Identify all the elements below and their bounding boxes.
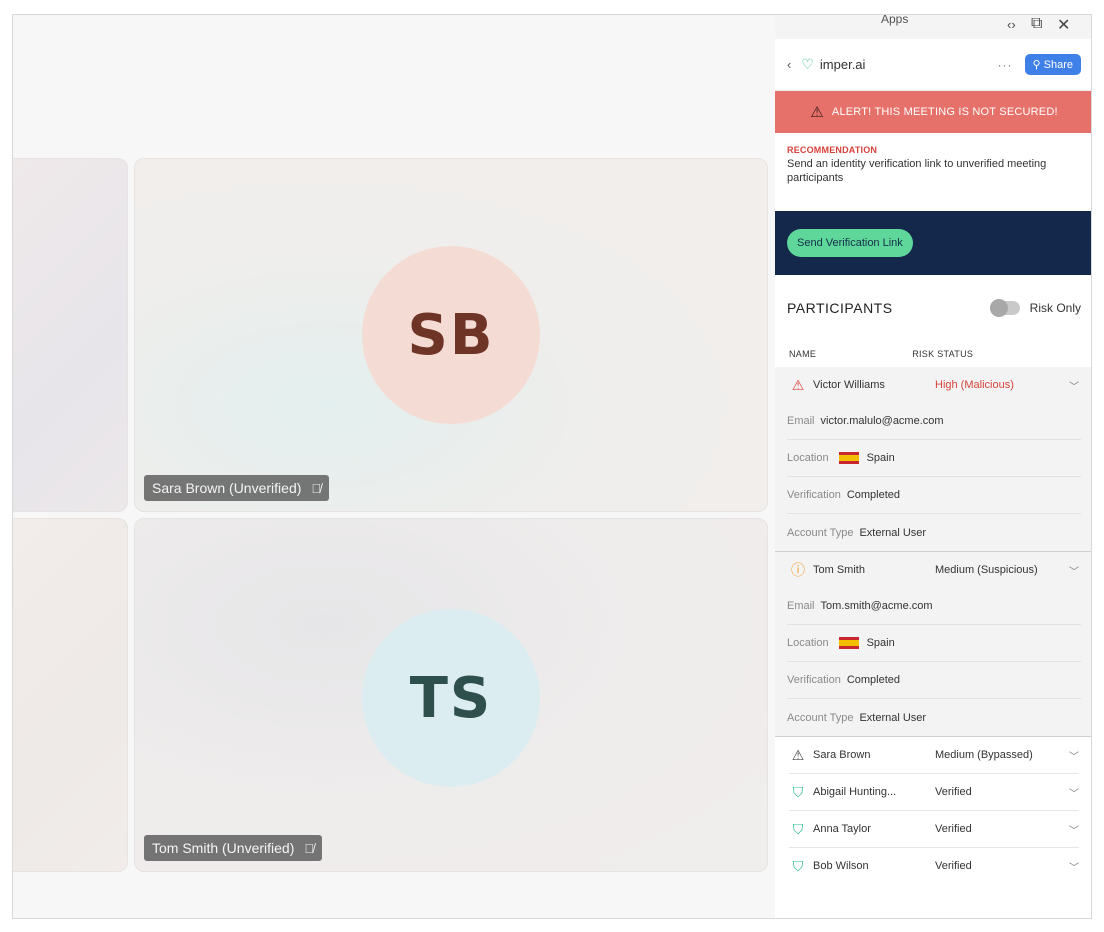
alert-text: ALERT! THIS MEETING IS NOT SECURED! bbox=[831, 106, 1058, 118]
apps-bar: Apps ‹› ⧉ ✕ bbox=[775, 14, 1091, 39]
spain-flag-icon bbox=[838, 637, 859, 649]
detail-email: Email victor.malulo@acme.com bbox=[787, 403, 1081, 440]
apps-panel: Apps ‹› ⧉ ✕ ‹ ♡ imper.ai ··· ⚲ Share ⚠ A… bbox=[775, 14, 1091, 918]
avatar-sb: SB bbox=[362, 246, 540, 424]
participant-name: Bob Wilson bbox=[813, 860, 869, 872]
participant-name: Victor Williams bbox=[813, 379, 885, 391]
name-tag-label: Sara Brown (Unverified) bbox=[152, 480, 302, 496]
apps-title: Apps bbox=[881, 14, 909, 26]
column-risk-status: RISK STATUS bbox=[912, 349, 974, 359]
participant-status: Medium (Bypassed) bbox=[935, 749, 1033, 761]
detail-verification: Verification Completed bbox=[787, 477, 1081, 514]
action-bar: Send Verification Link bbox=[775, 211, 1091, 275]
participant-status: Medium (Suspicious) bbox=[935, 564, 1038, 576]
red-warning-icon: ⚠ bbox=[791, 376, 805, 393]
name-tag-label: Tom Smith (Unverified) bbox=[152, 840, 295, 856]
name-tag-tom-smith: Tom Smith (Unverified) 🎙̸ bbox=[144, 835, 323, 861]
participant-name: Anna Taylor bbox=[813, 823, 871, 835]
orange-alert-icon: ⓘ bbox=[791, 562, 805, 578]
share-icon: ⚲ bbox=[1032, 59, 1044, 71]
detail-verification: Verification Completed bbox=[787, 662, 1081, 699]
meeting-window: SB Sara Brown (Unverified) 🎙̸ TS Tom Smi… bbox=[12, 14, 1092, 919]
share-button[interactable]: ⚲ Share bbox=[1024, 54, 1081, 75]
chevron-down-icon[interactable]: ﹀ bbox=[1065, 378, 1079, 393]
verified-shield-icon: ⛉ bbox=[792, 857, 804, 874]
warning-triangle-icon: ⚠ bbox=[810, 104, 824, 121]
participant-row-victor-williams[interactable]: ⚠ Victor Williams High (Malicious) ﹀ bbox=[775, 367, 1091, 403]
chevron-down-icon[interactable]: ﹀ bbox=[1065, 563, 1079, 578]
more-options-icon[interactable]: ··· bbox=[998, 58, 1013, 72]
share-label: Share bbox=[1043, 59, 1073, 71]
video-tile-tom-smith[interactable]: TS Tom Smith (Unverified) 🎙̸ bbox=[134, 518, 768, 872]
participant-row-bob-wilson[interactable]: ⛉ Bob Wilson Verified ﹀ bbox=[775, 848, 1091, 884]
send-verification-link-button[interactable]: Send Verification Link bbox=[787, 229, 913, 257]
close-icon[interactable]: ✕ bbox=[1057, 15, 1070, 35]
participant-name: Sara Brown bbox=[813, 749, 871, 761]
participant-status: Verified bbox=[935, 823, 972, 835]
warning-outline-icon: ⚠ bbox=[791, 746, 805, 763]
recommendation-text: Send an identity verification link to un… bbox=[787, 158, 1047, 184]
chevron-down-icon[interactable]: ﹀ bbox=[1065, 822, 1079, 837]
participants-header: PARTICIPANTS Risk Only bbox=[775, 275, 1091, 341]
alert-banner: ⚠ ALERT! THIS MEETING IS NOT SECURED! bbox=[775, 91, 1091, 133]
spain-flag-icon bbox=[838, 452, 859, 464]
participant-name: Tom Smith bbox=[813, 564, 865, 576]
detail-email: Email Tom.smith@acme.com bbox=[787, 588, 1081, 625]
app-name: imper.ai bbox=[819, 57, 866, 72]
detail-account-type: Account Type External User bbox=[787, 526, 927, 539]
participant-row-tom-smith[interactable]: ⓘ Tom Smith Medium (Suspicious) ﹀ bbox=[775, 552, 1091, 588]
risk-only-label: Risk Only bbox=[1029, 301, 1081, 315]
risk-only-toggle[interactable] bbox=[989, 299, 1020, 317]
name-tag-sara-brown: Sara Brown (Unverified) 🎙̸ bbox=[144, 475, 330, 501]
column-name: NAME bbox=[789, 349, 817, 359]
participant-details-victor: Email victor.malulo@acme.com Location Spai… bbox=[775, 403, 1091, 551]
back-chevron-icon[interactable]: ‹ bbox=[787, 57, 791, 72]
chevron-down-icon[interactable]: ﹀ bbox=[1065, 785, 1079, 800]
participants-title: PARTICIPANTS bbox=[787, 300, 893, 316]
imper-logo-icon: ♡ bbox=[801, 56, 814, 72]
recommendation-label: RECOMMENDATION bbox=[787, 145, 878, 155]
detail-account-type: Account Type External User bbox=[787, 711, 927, 724]
verified-shield-icon: ⛉ bbox=[792, 783, 804, 800]
code-icon[interactable]: ‹› bbox=[1007, 17, 1016, 32]
mic-muted-icon: 🎙̸ bbox=[311, 480, 322, 496]
participant-row-abigail[interactable]: ⛉ Abigail Hunting... Verified ﹀ bbox=[775, 774, 1091, 810]
detail-location: Location Spain bbox=[787, 625, 1081, 662]
chevron-down-icon[interactable]: ﹀ bbox=[1065, 859, 1079, 874]
avatar-ts: TS bbox=[362, 609, 540, 787]
participant-row-anna-taylor[interactable]: ⛉ Anna Taylor Verified ﹀ bbox=[775, 811, 1091, 847]
participant-row-sara-brown[interactable]: ⚠ Sara Brown Medium (Bypassed) ﹀ bbox=[775, 737, 1091, 773]
video-tile-sara-brown[interactable]: SB Sara Brown (Unverified) 🎙̸ bbox=[134, 158, 768, 512]
participant-status: Verified bbox=[935, 786, 972, 798]
participant-details-tom: Email Tom.smith@acme.com Location Spain Ve… bbox=[775, 588, 1091, 736]
video-tile-partial-top[interactable] bbox=[13, 158, 128, 512]
app-header: ‹ ♡ imper.ai ··· ⚲ Share bbox=[775, 39, 1091, 91]
chevron-down-icon[interactable]: ﹀ bbox=[1065, 748, 1079, 763]
mic-muted-icon: 🎙̸ bbox=[304, 840, 315, 856]
detail-location: Location Spain bbox=[787, 440, 1081, 477]
recommendation-block: RECOMMENDATION Send an identity verifica… bbox=[775, 133, 1091, 211]
toggle-knob bbox=[989, 299, 1008, 317]
participant-status: Verified bbox=[935, 860, 972, 872]
video-tile-partial-bottom[interactable] bbox=[13, 518, 128, 872]
verified-shield-icon: ⛉ bbox=[792, 820, 804, 837]
participants-columns: NAME RISK STATUS bbox=[775, 341, 1091, 367]
participant-name: Abigail Hunting... bbox=[813, 786, 897, 798]
participant-status: High (Malicious) bbox=[935, 379, 1014, 391]
popout-icon[interactable]: ⧉ bbox=[1031, 15, 1042, 33]
